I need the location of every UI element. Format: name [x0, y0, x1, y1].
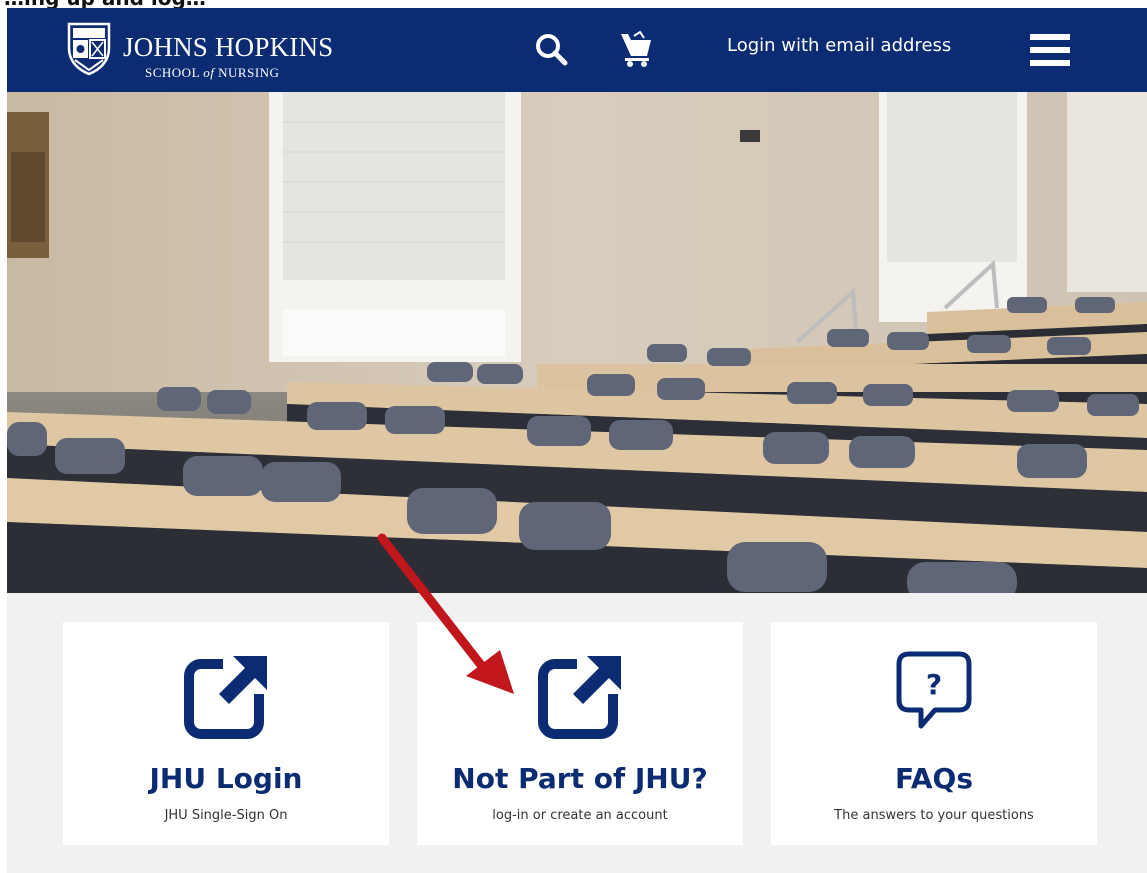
- jhu-login-subtitle: JHU Single-Sign On: [164, 808, 288, 823]
- jhu-login-title: JHU Login: [149, 762, 303, 795]
- cart-icon: [621, 30, 651, 67]
- logo-subtitle-nursing: NURSING: [218, 65, 280, 80]
- crest-icon: [67, 22, 111, 76]
- faqs-card[interactable]: ? FAQs The answers to your questions: [771, 622, 1097, 845]
- hero-classroom-image: [7, 92, 1147, 593]
- question-bubble-icon: ?: [896, 651, 972, 729]
- site-header: JOHNS HOPKINS SCHOOL of NURSING Login wi…: [7, 8, 1147, 92]
- search-button[interactable]: [533, 32, 569, 68]
- login-with-email-link[interactable]: Login with email address: [727, 35, 951, 56]
- svg-text:?: ?: [926, 668, 942, 701]
- login-options: JHU Login JHU Single-Sign On Not Part of…: [7, 593, 1147, 873]
- logo-subtitle-school: SCHOOL: [145, 65, 200, 80]
- external-link-icon: [184, 652, 269, 739]
- logo-title: JOHNS HOPKINS: [123, 32, 334, 62]
- not-part-of-jhu-card[interactable]: Not Part of JHU? log-in or create an acc…: [417, 622, 743, 845]
- jhu-login-card[interactable]: JHU Login JHU Single-Sign On: [63, 622, 389, 845]
- top-strip-text: …ing up and log…: [4, 0, 206, 8]
- top-strip: …ing up and log…: [0, 0, 1147, 8]
- not-part-of-jhu-title: Not Part of JHU?: [452, 762, 708, 795]
- hero-illustration: [7, 92, 1147, 593]
- faqs-subtitle: The answers to your questions: [834, 808, 1034, 823]
- menu-button[interactable]: [1030, 32, 1074, 68]
- cart-button[interactable]: [619, 30, 655, 68]
- menu-icon-bar: [1030, 34, 1070, 40]
- logo-subtitle-of: of: [203, 65, 215, 80]
- external-link-icon: [538, 652, 623, 739]
- faqs-title: FAQs: [894, 762, 974, 795]
- search-icon: [536, 34, 568, 66]
- logo-subtitle: SCHOOL of NURSING: [145, 65, 279, 81]
- site-logo[interactable]: JOHNS HOPKINS SCHOOL of NURSING: [63, 18, 363, 82]
- menu-icon-bar: [1030, 47, 1070, 53]
- menu-icon-bar: [1030, 60, 1070, 66]
- not-part-of-jhu-subtitle: log-in or create an account: [492, 808, 668, 823]
